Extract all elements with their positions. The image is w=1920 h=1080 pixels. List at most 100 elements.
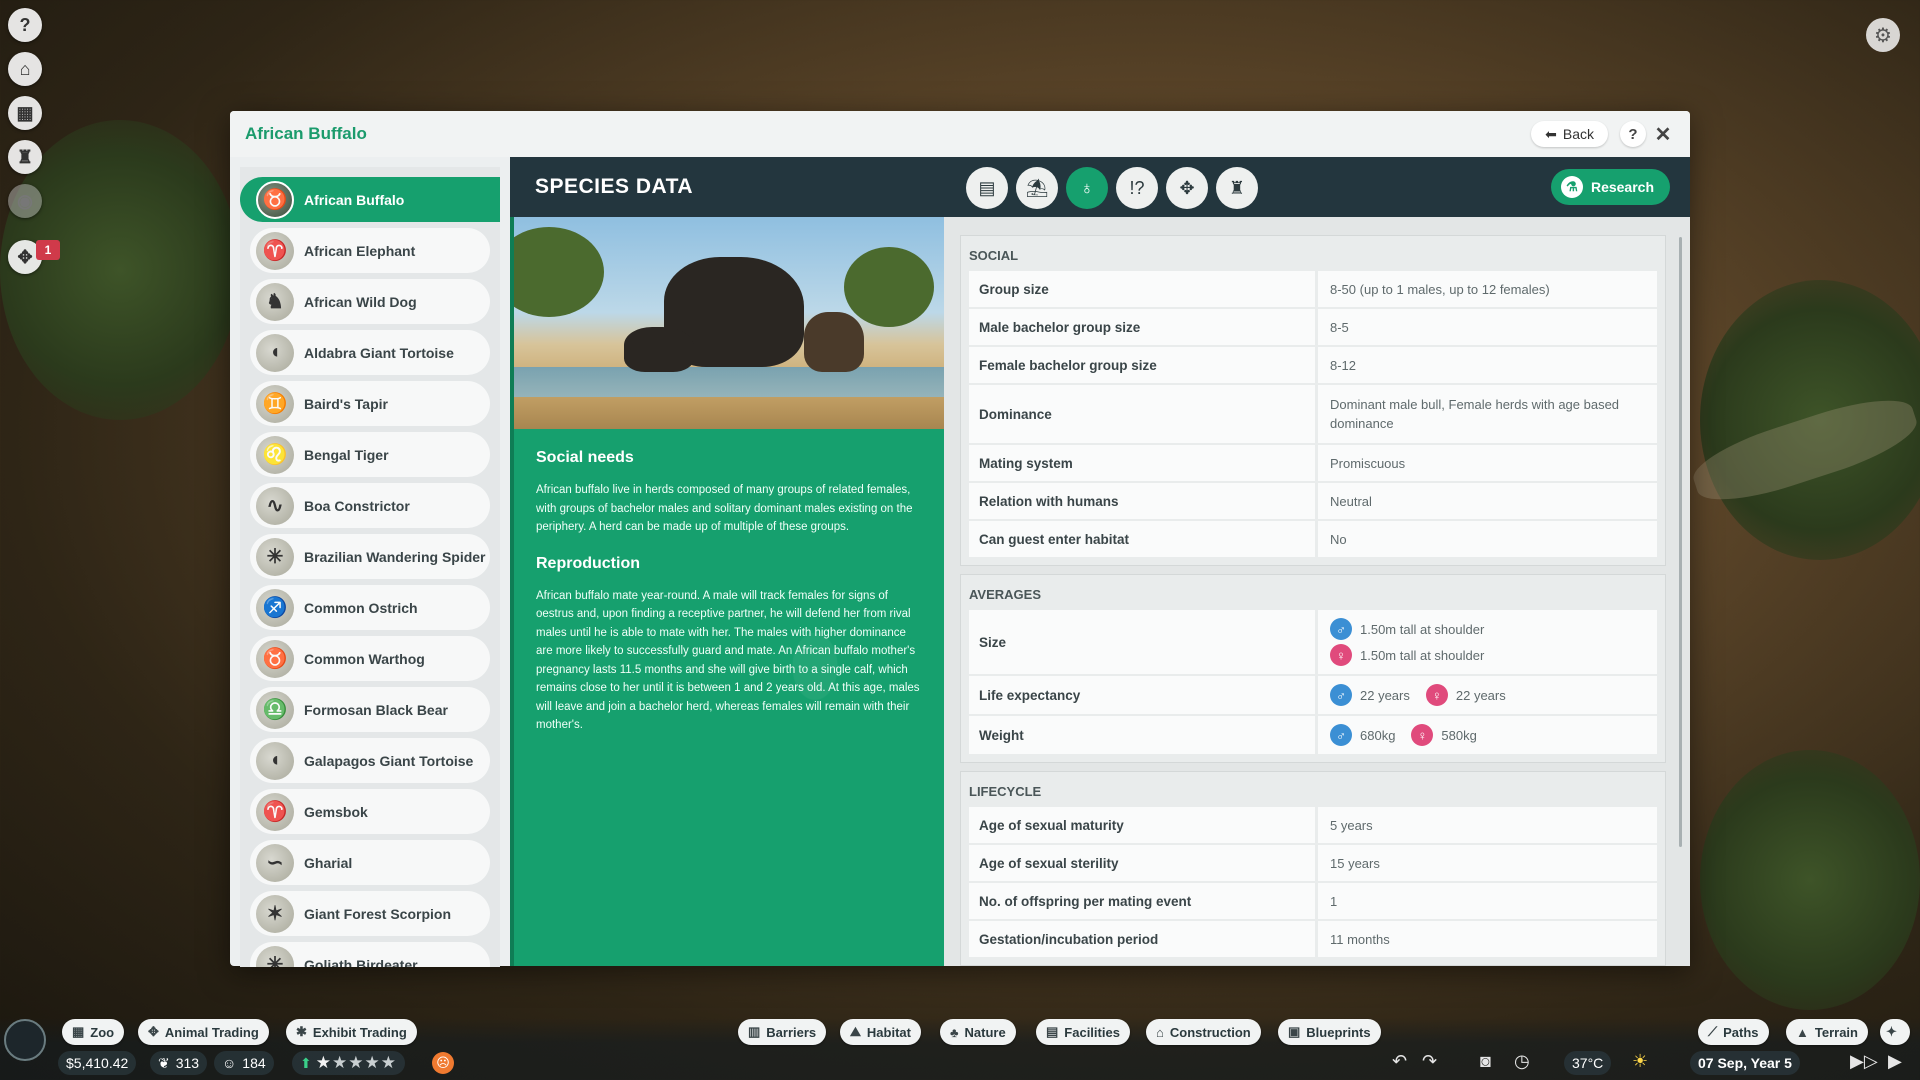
row-label: Group size — [969, 271, 1315, 307]
life-male-value: 22 years — [1360, 687, 1410, 703]
trend-up-icon: ⬆ — [300, 1054, 312, 1071]
species-list-item[interactable]: ♊ Baird's Tapir — [250, 381, 490, 426]
species-window: African Buffalo ⬅ Back ? ✕ ♉ African Buff… — [230, 111, 1690, 967]
social-section: SOCIAL Group size 8-50 (up to 1 males, up… — [960, 235, 1666, 566]
species-list-item[interactable]: ∿ Boa Constrictor — [250, 483, 490, 528]
play-icon[interactable]: ▶ — [1888, 1051, 1902, 1072]
animal-trading-button[interactable]: ✥ Animal Trading — [138, 1019, 269, 1045]
terrain-button[interactable]: ▲ Terrain — [1786, 1019, 1868, 1045]
panel-title: SPECIES DATA — [535, 175, 694, 198]
back-button[interactable]: ⬅ Back — [1531, 121, 1608, 147]
help-button[interactable]: ? — [1620, 121, 1646, 147]
animal-thumbnail-icon: ♉ — [256, 639, 294, 678]
species-list-item[interactable]: ♎ Formosan Black Bear — [250, 687, 490, 732]
calendar-icon[interactable]: ▦ — [8, 96, 42, 130]
data-row: Mating system Promiscuous — [969, 445, 1657, 481]
trophy-icon[interactable]: ♜ — [8, 140, 42, 174]
species-list-item[interactable]: ✶ Giant Forest Scorpion — [250, 891, 490, 936]
blueprint-icon: ▣ — [1288, 1024, 1301, 1039]
close-button[interactable]: ✕ — [1650, 121, 1676, 147]
facilities-button[interactable]: ▤ Facilities — [1036, 1019, 1130, 1045]
undo-icon[interactable]: ↶ — [1392, 1051, 1407, 1072]
section-title: SOCIAL — [969, 248, 1019, 263]
help-icon[interactable]: ? — [8, 8, 42, 42]
research-button[interactable]: ⚗ Research — [1550, 169, 1670, 205]
row-label: Mating system — [969, 445, 1315, 481]
happiness-icon[interactable]: ☹ — [432, 1052, 454, 1074]
data-row: Female bachelor group size 8-12 — [969, 347, 1657, 383]
row-label: Female bachelor group size — [969, 347, 1315, 383]
blueprints-button[interactable]: ▣ Blueprints — [1278, 1019, 1381, 1045]
species-list-item[interactable]: ✳ Goliath Birdeater — [250, 942, 490, 967]
row-value: 15 years — [1318, 845, 1657, 881]
animal-thumbnail-icon: ✶ — [256, 894, 294, 933]
tab-habitat-icon[interactable]: ⛱ — [1016, 167, 1058, 209]
species-list-item[interactable]: ♉ Common Warthog — [250, 636, 490, 681]
zoopedia-icon[interactable]: ⌂ — [8, 52, 42, 86]
conservation-value: 313 — [175, 1055, 200, 1071]
species-name: African Buffalo — [304, 191, 405, 208]
temperature-value: 37°C — [1572, 1055, 1604, 1071]
row-value: ♂ 1.50m tall at shoulder ♀ 1.50m tall at s… — [1318, 610, 1657, 674]
species-list-item[interactable]: ♐ Common Ostrich — [250, 585, 490, 630]
construction-button[interactable]: ⌂ Construction — [1146, 1019, 1261, 1045]
exhibit-trading-label: Exhibit Trading — [312, 1024, 407, 1040]
tab-paw-icon[interactable]: ✥ — [1166, 167, 1208, 209]
data-row: Male bachelor group size 8-5 — [969, 309, 1657, 345]
species-list-item[interactable]: ♌ Bengal Tiger — [250, 432, 490, 477]
species-list-item[interactable]: ♉ African Buffalo — [240, 177, 500, 222]
redo-icon[interactable]: ↷ — [1422, 1051, 1437, 1072]
species-list-item[interactable]: ◖ Aldabra Giant Tortoise — [250, 330, 490, 375]
species-list-item[interactable]: ✳ Brazilian Wandering Spider — [250, 534, 490, 579]
zoo-label: Zoo — [90, 1024, 115, 1040]
row-label: Size — [969, 610, 1315, 674]
species-list-item[interactable]: ♈ African Elephant — [250, 228, 490, 273]
lifecycle-section: LIFECYCLE Age of sexual maturity 5 years A… — [960, 771, 1666, 966]
species-photo — [514, 217, 944, 429]
nature-button[interactable]: ♣ Nature — [940, 1019, 1016, 1045]
tab-trophy-icon[interactable]: ♜ — [1216, 167, 1258, 209]
zoo-button[interactable]: ▦ Zoo — [62, 1019, 125, 1045]
species-name: African Elephant — [304, 242, 416, 259]
tab-social-icon[interactable]: ♁ — [1066, 167, 1108, 209]
exhibit-trading-button[interactable]: ✱ Exhibit Trading — [286, 1019, 417, 1045]
size-male-value: 1.50m tall at shoulder — [1360, 621, 1485, 637]
species-name: Goliath Birdeater — [304, 956, 418, 968]
animal-thumbnail-icon: ✳ — [256, 945, 294, 967]
species-list: ♉ African Buffalo ♈ African Elephant ♞ Africa… — [240, 167, 500, 967]
path-icon: ⟋ — [1708, 1024, 1718, 1039]
play-speed-icon[interactable]: ▶▷ — [1850, 1051, 1878, 1072]
species-list-item[interactable]: ♈ Gemsbok — [250, 789, 490, 834]
paw-icon: ✥ — [148, 1024, 159, 1039]
camera-icon[interactable]: ◙ — [1480, 1051, 1491, 1072]
eye-icon[interactable]: ◉ — [8, 184, 42, 218]
habitat-button[interactable]: ⛰ Habitat — [840, 1019, 921, 1045]
habitat-icon: ⛰ — [850, 1024, 861, 1039]
panel-header: SPECIES DATA ▤ ⛱ ♁ !? ✥ ♜ ⚗ Research — [510, 157, 1690, 217]
row-label: Relation with humans — [969, 483, 1315, 519]
data-column[interactable]: SOCIAL Group size 8-50 (up to 1 males, up… — [944, 217, 1690, 966]
barriers-button[interactable]: ▥ Barriers — [738, 1019, 827, 1045]
paths-button[interactable]: ⟋ Paths — [1698, 1019, 1769, 1045]
tab-overview-clipboard-icon[interactable]: ▤ — [966, 167, 1008, 209]
date-value: 07 Sep, Year 5 — [1698, 1055, 1792, 1071]
time-icon[interactable]: ◷ — [1514, 1051, 1530, 1072]
male-icon: ♂ — [1330, 618, 1352, 640]
animal-thumbnail-icon: ♞ — [256, 282, 294, 321]
row-value: Promiscuous — [1318, 445, 1657, 481]
data-scrollbar[interactable] — [1679, 237, 1682, 847]
data-row: Age of sexual maturity 5 years — [969, 807, 1657, 843]
species-list-item[interactable]: ◖ Galapagos Giant Tortoise — [250, 738, 490, 783]
species-list-item[interactable]: ∽ Gharial — [250, 840, 490, 885]
left-quick-bar: ? ⌂ ▦ ♜ ◉ ✥ — [8, 8, 44, 274]
species-list-item[interactable]: ♞ African Wild Dog — [250, 279, 490, 324]
male-icon: ♂ — [1330, 724, 1352, 746]
female-icon: ♀ — [1425, 684, 1448, 706]
conservation-display: ❦ 313 — [150, 1051, 208, 1075]
settings-gear-icon[interactable]: ⚙ — [1866, 18, 1900, 52]
section-title: LIFECYCLE — [969, 784, 1042, 799]
facilities-label: Facilities — [1064, 1024, 1120, 1040]
reproduction-body: African buffalo mate year-round. A male … — [536, 589, 920, 732]
more-button[interactable]: ✦ — [1880, 1019, 1910, 1045]
tab-behaviour-icon[interactable]: !? — [1116, 167, 1158, 209]
